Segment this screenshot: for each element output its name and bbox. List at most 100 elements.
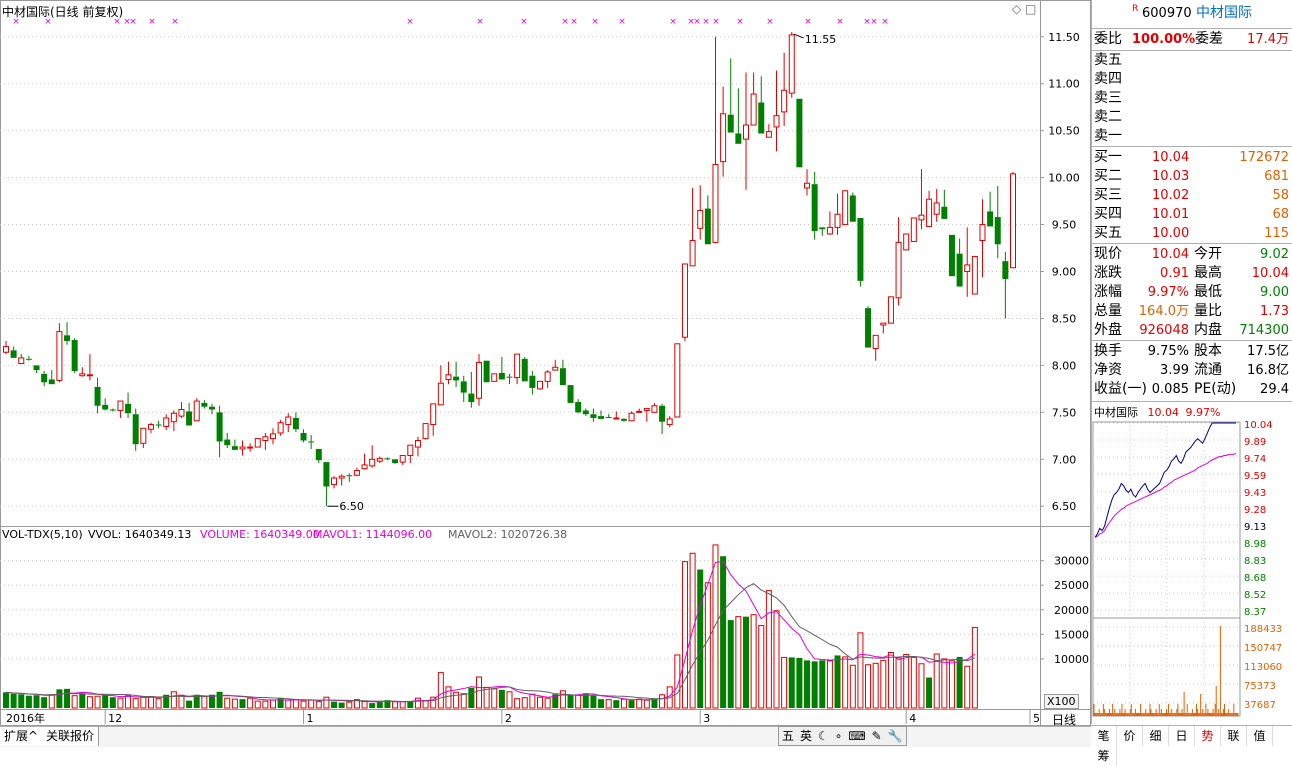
volume-bar-up [178,694,185,709]
candle-up [933,202,940,215]
candle-up [552,366,559,371]
event-marker: × [870,17,878,27]
candle-up [18,357,25,365]
candle-down [590,414,597,418]
mini-price-label: 9.89 [1244,437,1266,448]
candle-up [430,403,437,426]
ime-item-2[interactable]: ☾ [815,727,832,745]
volume-bar-up [125,695,132,709]
mini-price-label: 9.59 [1244,471,1266,482]
candle-down [1002,261,1009,280]
right-tab-7[interactable]: 筹 [1091,746,1117,766]
ime-toolbar[interactable]: 五英 ☾ ∘ ⌨ ✎ 🔧 [778,726,907,746]
volume-bar-up [414,697,421,709]
mini-price-label: 8.83 [1244,556,1266,567]
volume-bar-up [758,624,765,709]
right-tab-6[interactable]: 值 [1247,726,1273,746]
volume-bar-down [804,660,811,708]
ime-item-5[interactable]: ✎ [869,727,885,745]
price-tick-label: 8.00 [1052,359,1077,372]
candle-up [781,89,788,113]
volume-bar-up [735,616,742,709]
mini-vol-label: 75373 [1244,681,1276,692]
volume-bar-up [750,614,757,709]
right-tab-5[interactable]: 联 [1221,726,1247,746]
candle-up [826,226,833,235]
volume-bar-up [948,660,955,709]
right-tab-4[interactable]: 势 [1195,726,1221,746]
price-tick-label: 6.50 [1052,500,1077,513]
volume-tick-label: 15000 [1054,628,1089,641]
volume-tick-label: 25000 [1054,579,1089,592]
volume-bar-up [605,699,612,709]
candle-down [605,417,612,419]
volume-bar-up [903,653,910,709]
high-marker [793,33,804,39]
tab-expand[interactable]: 扩展^ [0,727,44,746]
volume-bar-down [376,702,383,708]
right-tab-1[interactable]: 价 [1117,726,1143,746]
volume-bar-up [445,686,452,709]
volume-bar-down [697,569,704,708]
volume-bar-up [559,690,566,709]
volume-bar-up [681,561,688,709]
volume-bar-up [155,698,162,709]
ime-item-1[interactable]: 英 [797,727,815,745]
candle-down [758,102,765,134]
candle-up [353,470,360,476]
volume-bar-up [460,693,467,709]
volume-bar-down [567,695,574,708]
kline-chart[interactable]: 11.50 11.00 10.50 10.00 9.50 9.00 8.50 8.00 7.50… [0,0,1091,726]
right-tab-2[interactable]: 细 [1143,726,1169,746]
candle-down [819,227,826,230]
volume-bar-up [910,656,917,709]
event-marker: × [570,17,578,27]
ime-item-4[interactable]: ⌨ [845,727,868,745]
volume-bar-up [308,699,315,709]
volume-bar-up [201,696,208,709]
candle-up [651,405,658,413]
event-marker: × [669,17,677,27]
candle-down [598,416,605,419]
chart-frame [0,0,1091,726]
candle-down [315,448,322,461]
candle-down [323,462,330,487]
right-tab-3[interactable]: 日 [1169,726,1195,746]
candle-down [132,414,139,445]
chart-control-icons[interactable]: ◇ □ [1012,2,1036,16]
date-label: 2 [505,712,512,725]
event-marker: × [591,17,599,27]
candle-up [971,255,978,295]
volume-bar-up [971,626,978,709]
volume-bar-up [437,672,444,709]
volume-bar-down [56,689,63,708]
event-marker: × [406,17,414,27]
volume-bar-up [872,662,879,709]
candle-up [926,198,933,227]
volume-bar-down [331,701,338,708]
volume-bar-up [292,699,299,709]
candle-up [270,433,277,440]
volume-bar-up [537,696,544,709]
tab-related-quotes[interactable]: 关联报价 [42,727,100,746]
volume-bar-up [346,701,353,709]
candle-up [254,438,261,448]
ime-item-6[interactable]: 🔧 [885,727,906,745]
volume-bar-up [880,659,887,709]
candle-up [79,373,86,377]
ime-item-0[interactable]: 五 [779,727,797,745]
volume-bar-up [857,632,864,709]
volume-bar-up [315,701,322,709]
mini-price-label: 8.52 [1244,590,1266,601]
candle-down [849,195,856,222]
price-tick-label: 7.50 [1052,406,1077,419]
price-tick-label: 9.50 [1052,219,1077,232]
intraday-chart[interactable]: 10.04 9.89 9.74 9.59 9.43 9.28 9.13 8.98 8.83 8.6… [1092,0,1292,724]
ime-item-3[interactable]: ∘ [832,727,846,745]
candle-down [216,412,223,442]
candle-down [941,206,948,219]
candle-up [239,446,246,450]
candle-down [483,360,490,383]
candle-down [987,211,994,227]
right-tab-0[interactable]: 笔 [1091,726,1117,746]
